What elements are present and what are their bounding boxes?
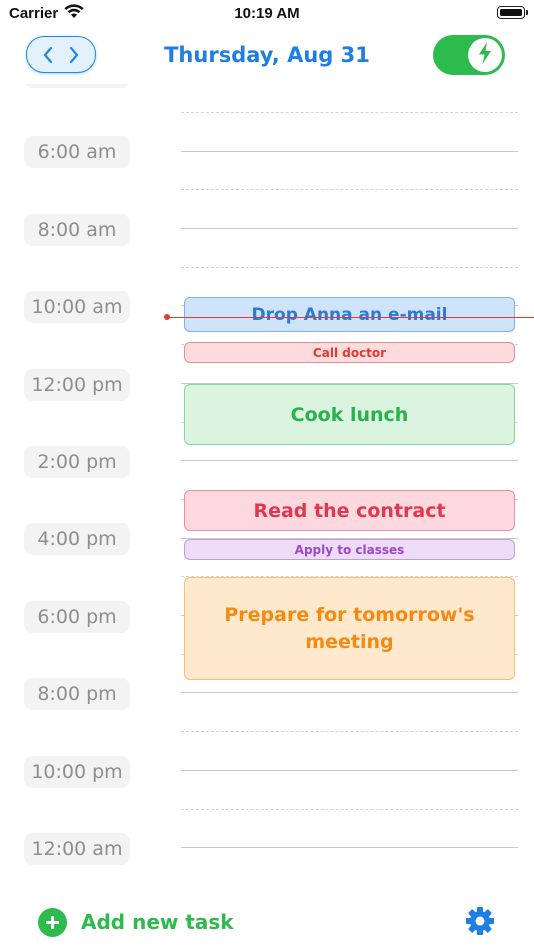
hour-line — [181, 770, 518, 771]
add-task-button[interactable]: Add new task — [38, 907, 234, 937]
time-label: 10:00 am — [24, 291, 130, 323]
hour-line — [181, 847, 518, 848]
time-label: 8:00 pm — [24, 678, 130, 710]
time-label-partial — [24, 84, 130, 88]
time-label: 10:00 pm — [24, 756, 130, 788]
task-title: Cook lunch — [290, 403, 409, 426]
task-card[interactable]: Drop Anna an e-mail — [184, 297, 515, 332]
task-title: Call doctor — [312, 345, 387, 360]
toggle-knob — [468, 38, 502, 72]
task-title: Drop Anna an e-mail — [251, 304, 448, 325]
plus-circle-icon — [38, 907, 67, 937]
half-hour-line — [181, 112, 518, 113]
current-time-indicator — [164, 314, 534, 320]
time-label: 4:00 pm — [24, 523, 130, 555]
day-timeline[interactable]: 6:00 am 8:00 am 10:00 am 12:00 pm 2:00 p… — [0, 84, 534, 880]
half-hour-line — [181, 189, 518, 190]
time-label: 2:00 pm — [24, 446, 130, 478]
task-title: Read the contract — [253, 499, 446, 522]
current-time-dot — [164, 314, 170, 320]
task-card[interactable]: Prepare for tomorrow's meeting — [184, 577, 515, 680]
add-task-label: Add new task — [81, 910, 234, 934]
time-label: 12:00 pm — [24, 369, 130, 401]
status-time: 10:19 AM — [234, 5, 300, 22]
time-label: 8:00 am — [24, 214, 130, 246]
time-label: 6:00 am — [24, 136, 130, 168]
task-card[interactable]: Cook lunch — [184, 384, 515, 445]
task-title: Apply to classes — [294, 542, 405, 557]
hour-line — [181, 228, 518, 229]
hour-line — [181, 460, 518, 461]
task-card[interactable]: Call doctor — [184, 342, 515, 363]
time-label: 6:00 pm — [24, 601, 130, 633]
half-hour-line — [181, 731, 518, 732]
focus-toggle[interactable] — [433, 35, 505, 75]
task-title: Prepare for tomorrow's meeting — [224, 603, 475, 653]
hour-line — [181, 692, 518, 693]
half-hour-line — [181, 267, 518, 268]
battery-icon — [497, 6, 528, 19]
status-bar: Carrier 10:19 AM — [0, 0, 534, 28]
hour-line — [181, 151, 518, 152]
task-card[interactable]: Read the contract — [184, 490, 515, 531]
time-label: 12:00 am — [24, 833, 130, 865]
gear-icon[interactable] — [465, 906, 495, 940]
lightning-bolt-icon — [476, 41, 494, 69]
task-card[interactable]: Apply to classes — [184, 539, 515, 560]
half-hour-line — [181, 809, 518, 810]
